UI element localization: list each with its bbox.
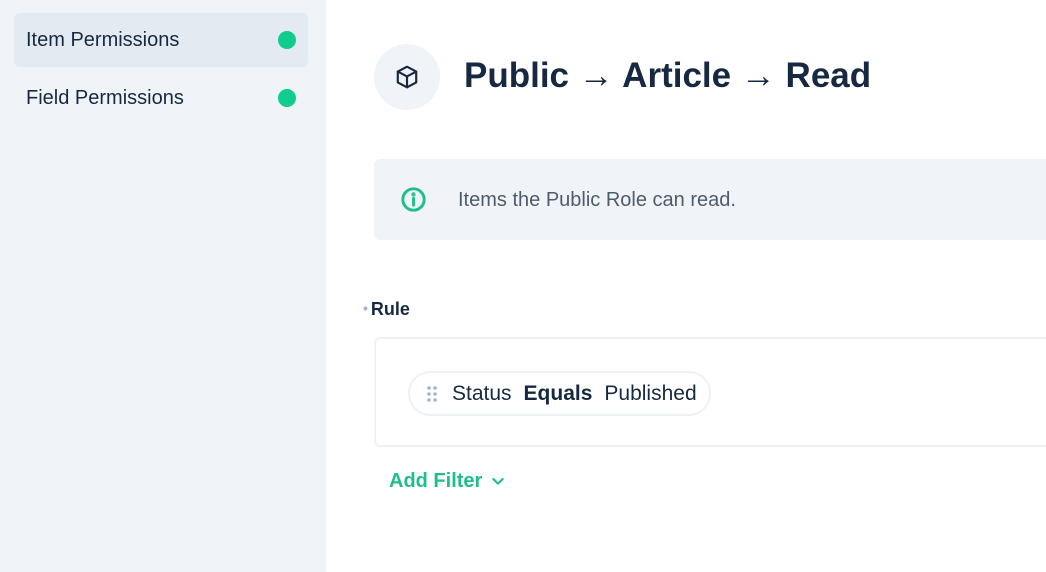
info-notice: Items the Public Role can read. (374, 159, 1046, 240)
info-icon (401, 187, 426, 212)
add-filter-label: Add Filter (389, 470, 483, 492)
sidebar-item-label: Item Permissions (26, 28, 180, 51)
notice-text: Items the Public Role can read. (458, 189, 736, 211)
rule-field-label: • Rule (363, 299, 410, 319)
drag-handle-icon[interactable] (426, 385, 438, 403)
status-dot (278, 89, 296, 107)
required-indicator: • (363, 300, 368, 316)
sidebar-item-field-permissions[interactable]: Field Permissions (14, 71, 308, 125)
sidebar: Item Permissions Field Permissions (0, 0, 326, 572)
sidebar-item-item-permissions[interactable]: Item Permissions (14, 13, 308, 67)
filter-operator[interactable]: Equals (524, 382, 593, 406)
box-icon (374, 44, 440, 110)
filter-value[interactable]: Published (604, 382, 696, 406)
filter-chip[interactable]: Status Equals Published (408, 371, 711, 416)
filter-field[interactable]: Status (452, 382, 512, 406)
add-filter-button[interactable]: Add Filter (389, 468, 506, 494)
status-dot (278, 31, 296, 49)
chevron-down-icon (492, 477, 505, 485)
page-title: Public → Article → Read (464, 56, 872, 95)
permissions-app: Item Permissions Field Permissions Publi… (0, 0, 1046, 572)
rule-editor: Status Equals Published (374, 337, 1046, 447)
sidebar-item-label: Field Permissions (26, 86, 184, 109)
